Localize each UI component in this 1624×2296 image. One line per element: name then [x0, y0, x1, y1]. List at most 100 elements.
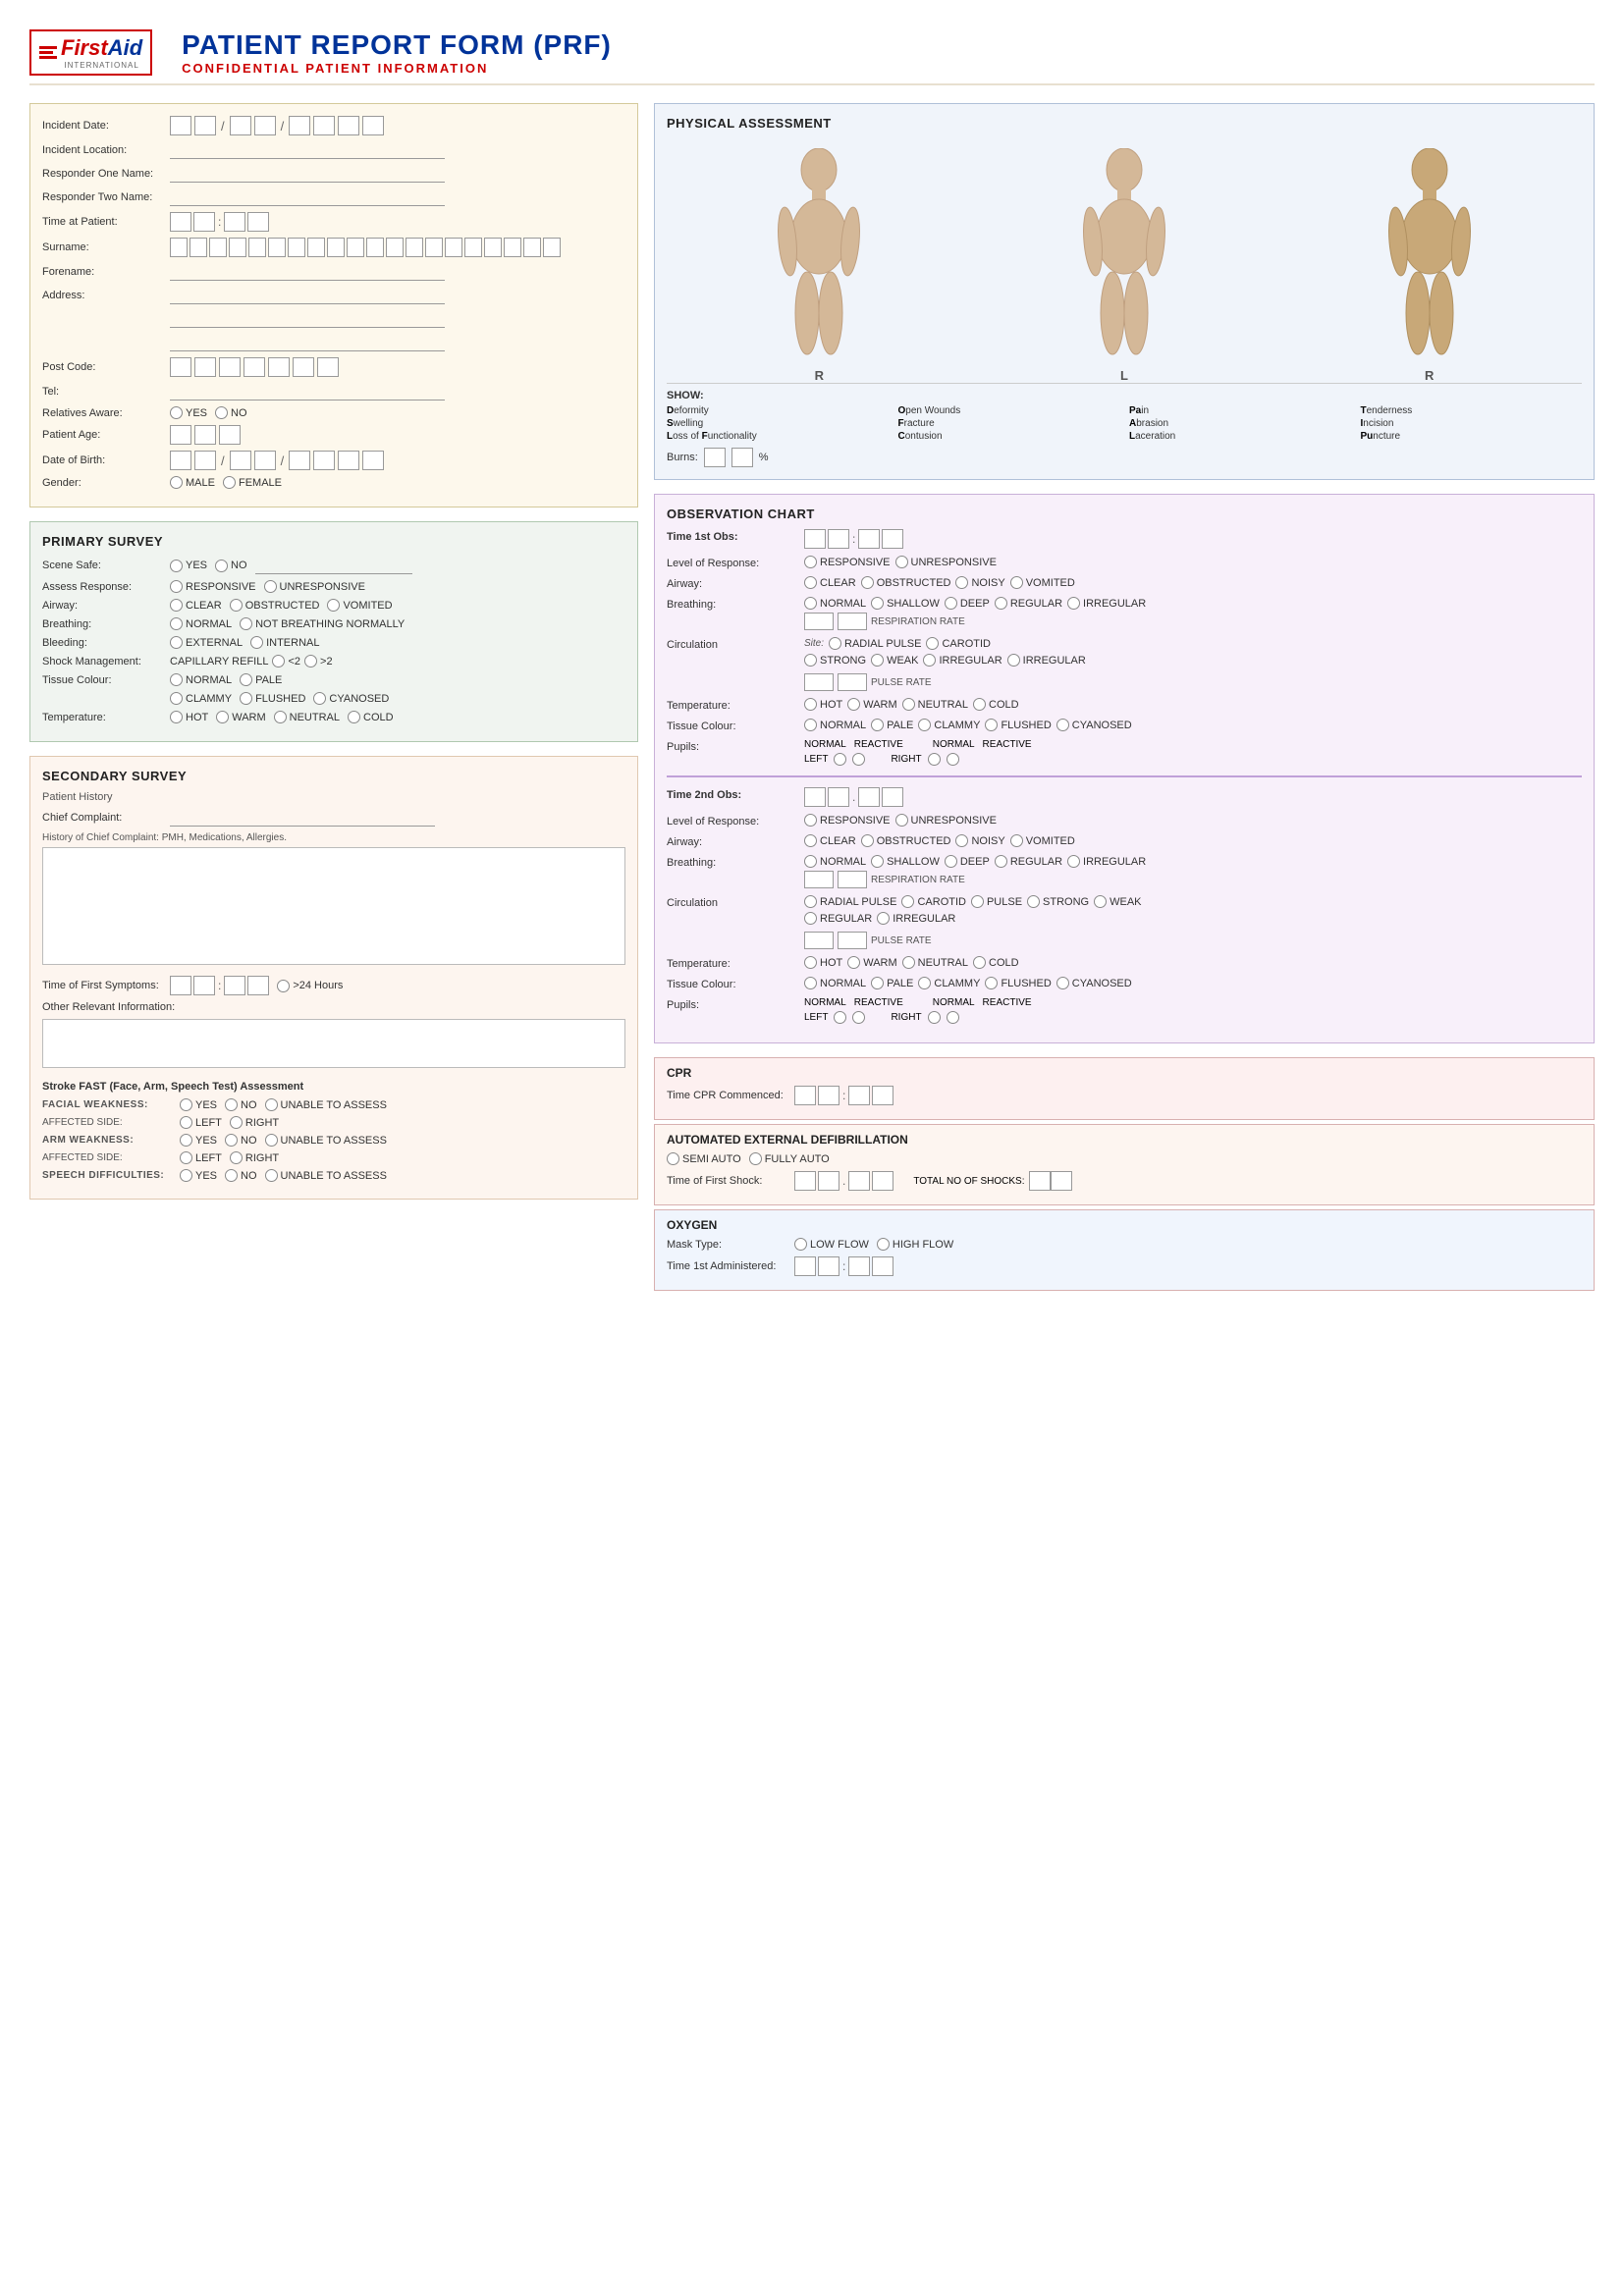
time-h2[interactable]: [193, 212, 215, 232]
dob-y4[interactable]: [362, 451, 384, 470]
b2-normal[interactable]: NORMAL: [804, 855, 866, 868]
t2-warm[interactable]: WARM: [847, 956, 896, 969]
t2-h2[interactable]: [828, 787, 849, 807]
ps-temp-warm[interactable]: WARM: [216, 711, 265, 723]
tc1-normal-radio[interactable]: [804, 719, 817, 731]
c2-radial-radio[interactable]: [804, 895, 817, 908]
t2-cold-radio[interactable]: [973, 956, 986, 969]
s-c3[interactable]: [209, 238, 227, 257]
ps-tissue-pale-radio[interactable]: [240, 673, 252, 686]
a2-obstructed[interactable]: OBSTRUCTED: [861, 834, 951, 847]
pupils-2-l-reactive[interactable]: [852, 1011, 865, 1024]
c2-regular-radio[interactable]: [804, 912, 817, 925]
responder-one-input[interactable]: [170, 165, 445, 183]
date-box-y1[interactable]: [289, 116, 310, 135]
s-c13[interactable]: [406, 238, 423, 257]
tc1-normal[interactable]: NORMAL: [804, 719, 866, 731]
aed-total-box2[interactable]: [1051, 1171, 1072, 1191]
c1-irregular[interactable]: IRREGULAR: [923, 654, 1001, 667]
ps-bleeding-external[interactable]: EXTERNAL: [170, 636, 243, 649]
s-c11[interactable]: [366, 238, 384, 257]
ps-temp-neutral[interactable]: NEUTRAL: [274, 711, 340, 723]
tc2-clammy-radio[interactable]: [918, 977, 931, 989]
fa-left[interactable]: LEFT: [180, 1116, 222, 1129]
date-box-y2[interactable]: [313, 116, 335, 135]
fst-m2[interactable]: [247, 976, 269, 995]
t2-warm-radio[interactable]: [847, 956, 860, 969]
mask-high[interactable]: HIGH FLOW: [877, 1238, 953, 1251]
cpr-m1[interactable]: [848, 1086, 870, 1105]
fw-no-radio[interactable]: [225, 1098, 238, 1111]
forename-input[interactable]: [170, 263, 445, 281]
ps-airway-obstructed-radio[interactable]: [230, 599, 243, 612]
c2-radial[interactable]: RADIAL PULSE: [804, 895, 896, 908]
dob-y3[interactable]: [338, 451, 359, 470]
a1-vomited[interactable]: VOMITED: [1010, 576, 1075, 589]
ps-breathing-normal[interactable]: NORMAL: [170, 617, 232, 630]
b1-deep[interactable]: DEEP: [945, 597, 990, 610]
tc1-clammy-radio[interactable]: [918, 719, 931, 731]
burns-box1[interactable]: [704, 448, 726, 467]
b1-regular-radio[interactable]: [995, 597, 1007, 610]
s-c7[interactable]: [288, 238, 305, 257]
b2-deep[interactable]: DEEP: [945, 855, 990, 868]
resp-rate-1-box2[interactable]: [838, 613, 867, 630]
tc2-cyanosed-radio[interactable]: [1056, 977, 1069, 989]
ps-tissue-flushed-radio[interactable]: [240, 692, 252, 705]
s-c19[interactable]: [523, 238, 541, 257]
b2-normal-radio[interactable]: [804, 855, 817, 868]
b1-irregular[interactable]: IRREGULAR: [1067, 597, 1146, 610]
c1-strong[interactable]: STRONG: [804, 654, 866, 667]
tc1-pale-radio[interactable]: [871, 719, 884, 731]
c2-pulse[interactable]: PULSE: [971, 895, 1022, 908]
ps-tissue-clammy[interactable]: CLAMMY: [170, 692, 232, 705]
ps-temp-cold[interactable]: COLD: [348, 711, 394, 723]
b1-shallow-radio[interactable]: [871, 597, 884, 610]
c1-weak-radio[interactable]: [871, 654, 884, 667]
a1-noisy[interactable]: NOISY: [955, 576, 1004, 589]
aed-total-box1[interactable]: [1029, 1171, 1051, 1191]
aa-left-radio[interactable]: [180, 1151, 192, 1164]
aed-semi-radio[interactable]: [667, 1152, 679, 1165]
t1-neutral-radio[interactable]: [902, 698, 915, 711]
pupils-2-l-normal[interactable]: [834, 1011, 846, 1024]
assess-unresponsive[interactable]: UNRESPONSIVE: [264, 580, 365, 593]
t1-hot-radio[interactable]: [804, 698, 817, 711]
tc2-normal[interactable]: NORMAL: [804, 977, 866, 989]
c2-irregular[interactable]: IRREGULAR: [877, 912, 955, 925]
sd-no-radio[interactable]: [225, 1169, 238, 1182]
dob-y2[interactable]: [313, 451, 335, 470]
gender-male-radio[interactable]: [170, 476, 183, 489]
c2-regular[interactable]: REGULAR: [804, 912, 872, 925]
ps-tissue-cyanosed-radio[interactable]: [313, 692, 326, 705]
c2-strong[interactable]: STRONG: [1027, 895, 1089, 908]
s-c6[interactable]: [268, 238, 286, 257]
t2-hot-radio[interactable]: [804, 956, 817, 969]
oxy-m1[interactable]: [848, 1256, 870, 1276]
burns-box2[interactable]: [731, 448, 753, 467]
pc-7[interactable]: [317, 357, 339, 377]
oxy-h2[interactable]: [818, 1256, 839, 1276]
t2-h1[interactable]: [804, 787, 826, 807]
date-box-d2[interactable]: [194, 116, 216, 135]
cpr-h2[interactable]: [818, 1086, 839, 1105]
t2-hot[interactable]: HOT: [804, 956, 842, 969]
fst-h1[interactable]: [170, 976, 191, 995]
b1-normal[interactable]: NORMAL: [804, 597, 866, 610]
pulse-rate-1-box1[interactable]: [804, 673, 834, 691]
scene-yes-radio[interactable]: [170, 560, 183, 572]
t1-cold[interactable]: COLD: [973, 698, 1019, 711]
tc2-normal-radio[interactable]: [804, 977, 817, 989]
ps-tissue-normal[interactable]: NORMAL: [170, 673, 232, 686]
aa-right[interactable]: RIGHT: [230, 1151, 279, 1164]
aw-no[interactable]: NO: [225, 1134, 257, 1147]
cap-less2[interactable]: <2: [272, 655, 300, 667]
tc2-flushed-radio[interactable]: [985, 977, 998, 989]
cap-more2-radio[interactable]: [304, 655, 317, 667]
s-c17[interactable]: [484, 238, 502, 257]
ps-airway-vomited[interactable]: VOMITED: [327, 599, 392, 612]
time-m2[interactable]: [247, 212, 269, 232]
ps-tissue-clammy-radio[interactable]: [170, 692, 183, 705]
s-c16[interactable]: [464, 238, 482, 257]
history-textarea[interactable]: [42, 847, 625, 965]
